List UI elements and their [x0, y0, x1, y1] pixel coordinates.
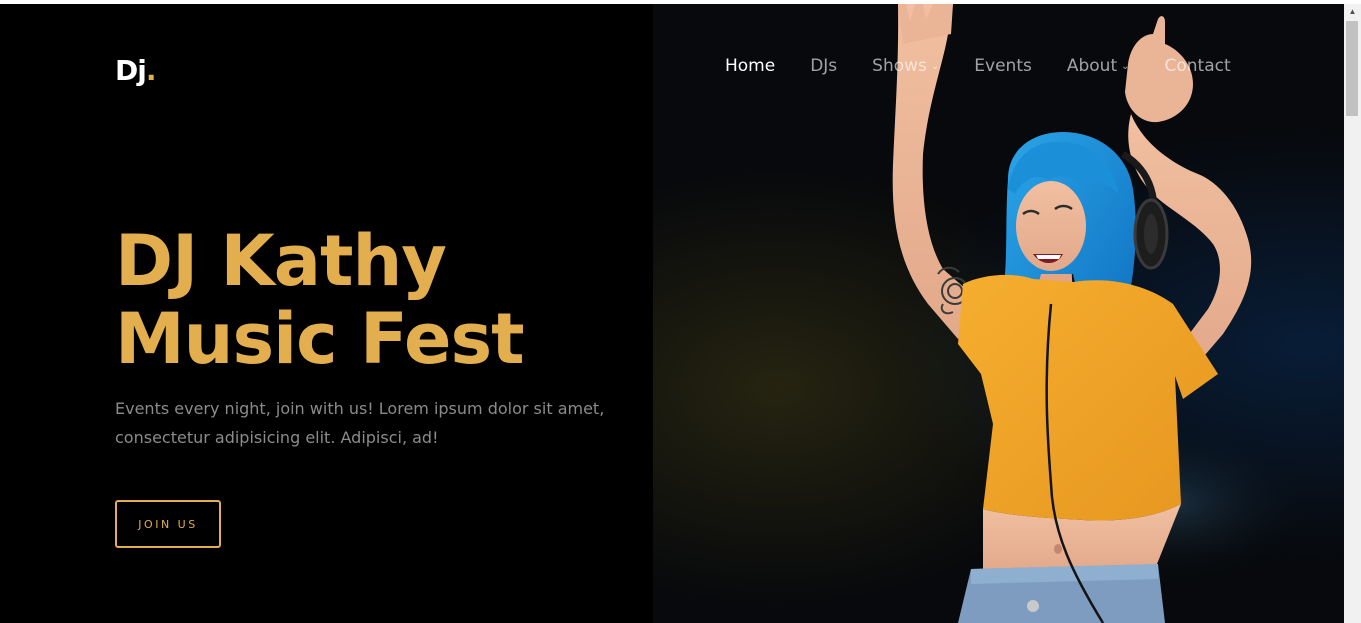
nav-contact-label: Contact	[1164, 56, 1231, 76]
hero-title: DJ Kathy Music Fest	[115, 220, 525, 380]
join-us-button[interactable]: JOIN US	[115, 500, 221, 548]
nav-contact[interactable]: Contact	[1165, 56, 1231, 76]
dj-woman-photo	[892, 4, 1323, 623]
scrollbar-thumb[interactable]	[1346, 21, 1358, 116]
hero-description: Events every night, join with us! Lorem …	[115, 399, 605, 447]
nav-about[interactable]: About ⌄	[1067, 56, 1130, 76]
main-nav: Home DJs Shows ⌄ Events About ⌄ Contact	[725, 56, 1266, 76]
chevron-down-icon: ⌄	[930, 60, 940, 72]
nav-events[interactable]: Events	[974, 56, 1032, 76]
arrow-up-icon[interactable]: ▲	[1344, 4, 1361, 20]
hero-photo	[653, 4, 1344, 623]
nav-djs[interactable]: DJs	[810, 56, 837, 76]
nav-events-label: Events	[974, 56, 1032, 76]
logo-dot: .	[145, 54, 157, 87]
scrollbar[interactable]: ▲	[1344, 4, 1361, 623]
logo-text: Dj	[115, 54, 147, 87]
nav-home[interactable]: Home	[725, 56, 775, 76]
chevron-down-icon: ⌄	[1121, 60, 1130, 72]
hero-title-line1: DJ Kathy	[115, 220, 447, 302]
hero-title-line2: Music Fest	[115, 298, 525, 380]
logo[interactable]: Dj.	[115, 54, 157, 87]
nav-about-label: About	[1066, 56, 1118, 76]
nav-shows[interactable]: Shows ⌄	[872, 56, 939, 76]
nav-home-label: Home	[725, 56, 776, 76]
nav-djs-label: DJs	[810, 56, 838, 76]
nav-shows-label: Shows	[872, 56, 927, 76]
page: Dj. Home DJs Shows ⌄ Events About ⌄ Contac…	[0, 4, 1344, 623]
